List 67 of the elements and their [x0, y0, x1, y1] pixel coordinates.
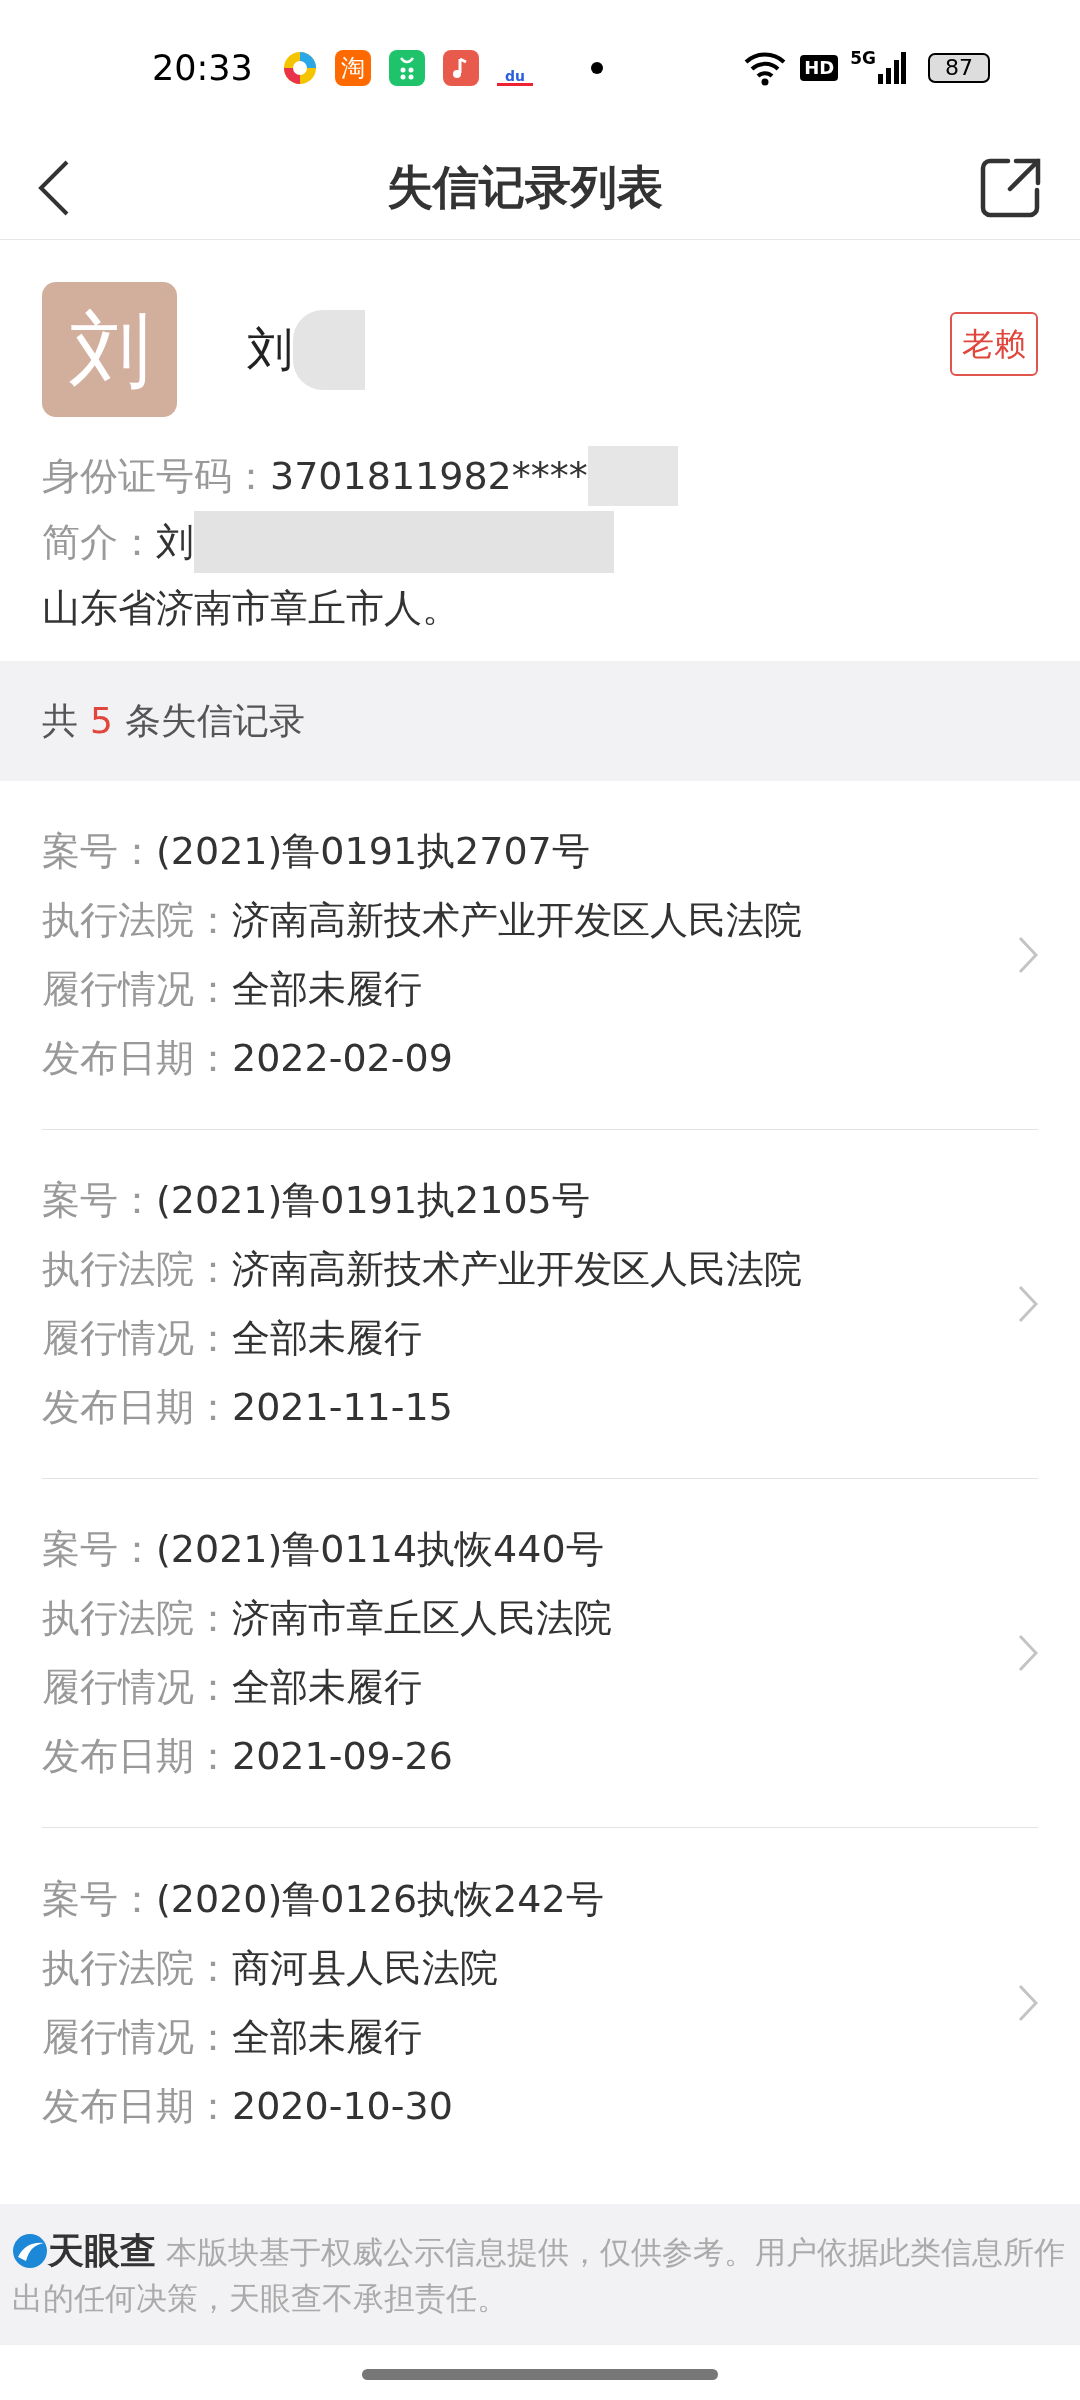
- chevron-right-icon: [1018, 936, 1038, 974]
- id-number: 3701811982****: [270, 453, 588, 500]
- record-count: 5: [90, 699, 113, 743]
- page-title: 失信记录列表: [387, 159, 663, 216]
- field-value: 商河县人民法院: [232, 1944, 498, 1992]
- field-value: (2020)鲁0126执恢242号: [156, 1875, 604, 1923]
- app-icon: [282, 51, 317, 85]
- field-label: 案号：: [42, 1875, 156, 1923]
- brand-name: 天眼查: [48, 2230, 156, 2271]
- field-label: 案号：: [42, 1177, 156, 1224]
- person-name: 刘: [247, 321, 293, 378]
- field-label: 履行情况：: [42, 1315, 232, 1362]
- field-value: (2021)鲁0114执恢440号: [156, 1526, 604, 1573]
- back-icon[interactable]: [38, 158, 70, 217]
- field-label: 执行法院：: [42, 897, 232, 944]
- field-label: 执行法院：: [42, 1246, 232, 1293]
- field-value: 济南高新技术产业开发区人民法院: [232, 1246, 802, 1293]
- field-label: 履行情况：: [42, 966, 232, 1013]
- field-value: 济南市章丘区人民法院: [232, 1595, 612, 1642]
- field-label: 发布日期：: [42, 1035, 232, 1082]
- field-value: (2021)鲁0191执2105号: [156, 1177, 590, 1224]
- field-value: (2021)鲁0191执2707号: [156, 828, 590, 875]
- field-value: 全部未履行: [232, 966, 422, 1013]
- field-value: 2021-09-26: [232, 1733, 453, 1780]
- field-value: 济南高新技术产业开发区人民法院: [232, 897, 802, 944]
- dot-icon: [590, 62, 603, 74]
- intro-label: 简介：: [42, 519, 156, 566]
- field-value: 全部未履行: [232, 2013, 422, 2061]
- record-item[interactable]: 案号：(2020)鲁0126执恢242号 执行法院：商河县人民法院 履行情况：全部未履行 发布日期：2020-10-30: [42, 1828, 1038, 2177]
- record-item[interactable]: 案号：(2021)鲁0191执2707号 执行法院：济南高新技术产业开发区人民法院 履行情况：全部未履行 发布日期：2022-02-09: [42, 781, 1038, 1130]
- network-type: 5G: [850, 47, 876, 70]
- signal-icon: [878, 52, 906, 84]
- summary-text: 条失信记录: [124, 699, 305, 743]
- field-label: 案号：: [42, 1526, 156, 1573]
- chevron-right-icon: [1018, 1285, 1038, 1323]
- disclaimer-text: 天眼查 本版块基于权威公示信息提供，仅供参考。用户依据此类信息所作出的任何决策，天眼查不承担责任。: [12, 2229, 1066, 2318]
- record-item[interactable]: 案号：(2021)鲁0114执恢440号 执行法院：济南市章丘区人民法院 履行情况：全部未履行 发布日期：2021-09-26: [42, 1479, 1038, 1828]
- field-label: 发布日期：: [42, 1733, 232, 1780]
- summary-text: 共: [42, 699, 78, 743]
- taobao-icon: 淘: [334, 50, 371, 86]
- status-time: 20:33: [152, 46, 253, 90]
- field-label: 案号：: [42, 828, 156, 875]
- field-label: 发布日期：: [42, 2082, 232, 2130]
- intro-text: 山东省济南市章丘市人。: [42, 585, 461, 632]
- intro-text: 刘: [156, 519, 194, 566]
- field-value: 2021-11-15: [232, 1384, 453, 1431]
- field-value: 2020-10-30: [232, 2082, 453, 2130]
- music-note-icon: [442, 50, 479, 86]
- tag-badge: 老赖: [950, 312, 1038, 376]
- battery-indicator: 87: [928, 53, 990, 83]
- tianyancha-logo-icon: [12, 2233, 48, 2269]
- hd-badge: HD: [800, 55, 839, 81]
- field-label: 执行法院：: [42, 1595, 232, 1642]
- record-item[interactable]: 案号：(2021)鲁0191执2105号 执行法院：济南高新技术产业开发区人民法院 履行情况：全部未履行 发布日期：2021-11-15: [42, 1130, 1038, 1479]
- field-value: 2022-02-09: [232, 1035, 453, 1082]
- field-value: 全部未履行: [232, 1664, 422, 1711]
- avatar: 刘: [42, 282, 177, 417]
- chevron-right-icon: [1018, 1983, 1038, 2022]
- field-value: 全部未履行: [232, 1315, 422, 1362]
- field-label: 执行法院：: [42, 1944, 232, 1992]
- app-icon: [388, 50, 425, 86]
- field-label: 履行情况：: [42, 2013, 232, 2061]
- share-icon[interactable]: [980, 156, 1042, 219]
- id-label: 身份证号码：: [42, 453, 270, 500]
- chevron-right-icon: [1018, 1634, 1038, 1672]
- field-label: 发布日期：: [42, 1384, 232, 1431]
- field-label: 履行情况：: [42, 1664, 232, 1711]
